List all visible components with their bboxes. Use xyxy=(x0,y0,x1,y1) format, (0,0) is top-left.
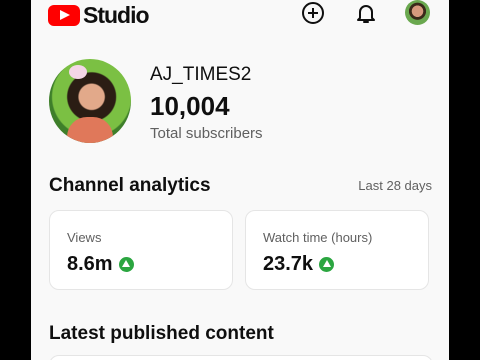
top-app-bar: Studio xyxy=(31,0,449,29)
trend-up-icon xyxy=(118,257,134,272)
studio-screen: Studio AJ_TIMES2 10,004 Total subscriber… xyxy=(31,0,449,360)
latest-content-title: Latest published content xyxy=(49,323,274,344)
views-value: 8.6m xyxy=(67,253,113,275)
youtube-studio-logo[interactable]: Studio xyxy=(48,2,150,29)
account-avatar[interactable] xyxy=(405,0,430,25)
subscriber-label: Total subscribers xyxy=(150,125,263,142)
channel-name[interactable]: AJ_TIMES2 xyxy=(150,64,251,86)
views-label: Views xyxy=(67,230,102,245)
logo-text: Studio xyxy=(83,2,150,28)
avatar-shirt xyxy=(67,117,113,143)
watch-time-value: 23.7k xyxy=(263,253,314,275)
watch-time-label: Watch time (hours) xyxy=(263,230,373,245)
trend-up-icon xyxy=(319,257,335,272)
watch-time-card[interactable]: Watch time (hours) 23.7k xyxy=(245,210,429,290)
avatar-flower xyxy=(69,65,87,79)
youtube-logo-icon xyxy=(48,5,80,26)
notifications-icon[interactable] xyxy=(354,1,378,25)
create-icon[interactable] xyxy=(301,1,325,25)
views-card[interactable]: Views 8.6m xyxy=(49,210,233,290)
analytics-period: Last 28 days xyxy=(358,178,432,193)
latest-content-card[interactable] xyxy=(49,355,433,360)
channel-analytics-title: Channel analytics xyxy=(49,175,211,196)
channel-avatar[interactable] xyxy=(49,59,131,143)
subscriber-count: 10,004 xyxy=(150,91,230,121)
